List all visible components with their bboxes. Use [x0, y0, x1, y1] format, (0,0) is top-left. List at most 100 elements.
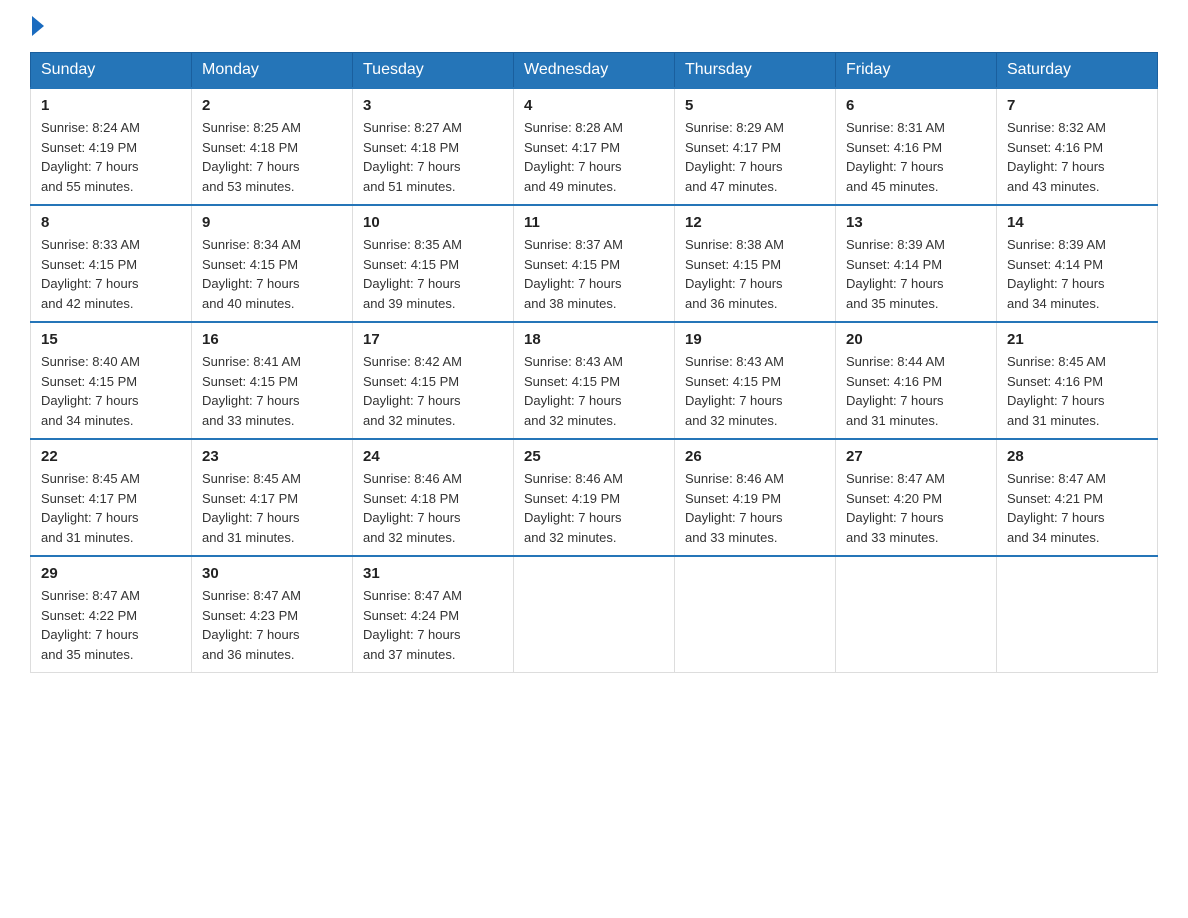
calendar-day-cell [836, 556, 997, 673]
day-info: Sunrise: 8:47 AMSunset: 4:24 PMDaylight:… [363, 586, 503, 664]
day-info: Sunrise: 8:33 AMSunset: 4:15 PMDaylight:… [41, 235, 181, 313]
day-info: Sunrise: 8:35 AMSunset: 4:15 PMDaylight:… [363, 235, 503, 313]
day-info: Sunrise: 8:45 AMSunset: 4:16 PMDaylight:… [1007, 352, 1147, 430]
calendar-day-cell: 23 Sunrise: 8:45 AMSunset: 4:17 PMDayligh… [192, 439, 353, 556]
weekday-header-tuesday: Tuesday [353, 53, 514, 89]
calendar-day-cell [675, 556, 836, 673]
calendar-week-row: 22 Sunrise: 8:45 AMSunset: 4:17 PMDayligh… [31, 439, 1158, 556]
day-number: 19 [685, 331, 825, 348]
day-info: Sunrise: 8:34 AMSunset: 4:15 PMDaylight:… [202, 235, 342, 313]
day-number: 27 [846, 448, 986, 465]
calendar-day-cell: 30 Sunrise: 8:47 AMSunset: 4:23 PMDayligh… [192, 556, 353, 673]
day-info: Sunrise: 8:47 AMSunset: 4:20 PMDaylight:… [846, 469, 986, 547]
calendar-day-cell: 6 Sunrise: 8:31 AMSunset: 4:16 PMDaylight… [836, 88, 997, 205]
day-number: 13 [846, 214, 986, 231]
day-info: Sunrise: 8:42 AMSunset: 4:15 PMDaylight:… [363, 352, 503, 430]
day-number: 9 [202, 214, 342, 231]
day-number: 10 [363, 214, 503, 231]
logo [30, 20, 44, 32]
day-info: Sunrise: 8:47 AMSunset: 4:22 PMDaylight:… [41, 586, 181, 664]
day-info: Sunrise: 8:44 AMSunset: 4:16 PMDaylight:… [846, 352, 986, 430]
day-info: Sunrise: 8:37 AMSunset: 4:15 PMDaylight:… [524, 235, 664, 313]
day-number: 11 [524, 214, 664, 231]
calendar-day-cell: 31 Sunrise: 8:47 AMSunset: 4:24 PMDayligh… [353, 556, 514, 673]
calendar-day-cell: 21 Sunrise: 8:45 AMSunset: 4:16 PMDayligh… [997, 322, 1158, 439]
day-info: Sunrise: 8:29 AMSunset: 4:17 PMDaylight:… [685, 118, 825, 196]
day-number: 7 [1007, 97, 1147, 114]
day-number: 6 [846, 97, 986, 114]
day-number: 26 [685, 448, 825, 465]
day-info: Sunrise: 8:31 AMSunset: 4:16 PMDaylight:… [846, 118, 986, 196]
calendar-day-cell: 14 Sunrise: 8:39 AMSunset: 4:14 PMDayligh… [997, 205, 1158, 322]
day-info: Sunrise: 8:47 AMSunset: 4:21 PMDaylight:… [1007, 469, 1147, 547]
calendar-week-row: 1 Sunrise: 8:24 AMSunset: 4:19 PMDaylight… [31, 88, 1158, 205]
calendar-day-cell: 18 Sunrise: 8:43 AMSunset: 4:15 PMDayligh… [514, 322, 675, 439]
calendar-day-cell: 17Sunrise: 8:42 AMSunset: 4:15 PMDayligh… [353, 322, 514, 439]
calendar-day-cell: 19 Sunrise: 8:43 AMSunset: 4:15 PMDayligh… [675, 322, 836, 439]
day-number: 28 [1007, 448, 1147, 465]
calendar-week-row: 29 Sunrise: 8:47 AMSunset: 4:22 PMDayligh… [31, 556, 1158, 673]
day-info: Sunrise: 8:45 AMSunset: 4:17 PMDaylight:… [41, 469, 181, 547]
calendar-day-cell [997, 556, 1158, 673]
day-number: 29 [41, 565, 181, 582]
day-number: 25 [524, 448, 664, 465]
day-info: Sunrise: 8:43 AMSunset: 4:15 PMDaylight:… [524, 352, 664, 430]
day-number: 4 [524, 97, 664, 114]
calendar-day-cell: 7 Sunrise: 8:32 AMSunset: 4:16 PMDaylight… [997, 88, 1158, 205]
day-info: Sunrise: 8:40 AMSunset: 4:15 PMDaylight:… [41, 352, 181, 430]
logo-triangle-icon [32, 16, 44, 36]
calendar-table: SundayMondayTuesdayWednesdayThursdayFrid… [30, 52, 1158, 673]
page-header [30, 20, 1158, 32]
calendar-day-cell: 22 Sunrise: 8:45 AMSunset: 4:17 PMDayligh… [31, 439, 192, 556]
day-number: 12 [685, 214, 825, 231]
calendar-day-cell: 20 Sunrise: 8:44 AMSunset: 4:16 PMDayligh… [836, 322, 997, 439]
day-number: 31 [363, 565, 503, 582]
calendar-day-cell: 12 Sunrise: 8:38 AMSunset: 4:15 PMDayligh… [675, 205, 836, 322]
weekday-header-monday: Monday [192, 53, 353, 89]
day-number: 1 [41, 97, 181, 114]
weekday-header-saturday: Saturday [997, 53, 1158, 89]
calendar-week-row: 8 Sunrise: 8:33 AMSunset: 4:15 PMDaylight… [31, 205, 1158, 322]
day-number: 21 [1007, 331, 1147, 348]
calendar-day-cell [514, 556, 675, 673]
weekday-header-thursday: Thursday [675, 53, 836, 89]
day-number: 18 [524, 331, 664, 348]
day-number: 14 [1007, 214, 1147, 231]
calendar-day-cell: 9 Sunrise: 8:34 AMSunset: 4:15 PMDaylight… [192, 205, 353, 322]
day-info: Sunrise: 8:43 AMSunset: 4:15 PMDaylight:… [685, 352, 825, 430]
day-info: Sunrise: 8:24 AMSunset: 4:19 PMDaylight:… [41, 118, 181, 196]
calendar-day-cell: 27 Sunrise: 8:47 AMSunset: 4:20 PMDayligh… [836, 439, 997, 556]
day-number: 3 [363, 97, 503, 114]
day-info: Sunrise: 8:32 AMSunset: 4:16 PMDaylight:… [1007, 118, 1147, 196]
day-info: Sunrise: 8:27 AMSunset: 4:18 PMDaylight:… [363, 118, 503, 196]
day-number: 23 [202, 448, 342, 465]
calendar-day-cell: 16Sunrise: 8:41 AMSunset: 4:15 PMDayligh… [192, 322, 353, 439]
day-number: 2 [202, 97, 342, 114]
day-info: Sunrise: 8:39 AMSunset: 4:14 PMDaylight:… [846, 235, 986, 313]
calendar-day-cell: 11 Sunrise: 8:37 AMSunset: 4:15 PMDayligh… [514, 205, 675, 322]
calendar-day-cell: 4Sunrise: 8:28 AMSunset: 4:17 PMDaylight… [514, 88, 675, 205]
weekday-header-row: SundayMondayTuesdayWednesdayThursdayFrid… [31, 53, 1158, 89]
calendar-week-row: 15 Sunrise: 8:40 AMSunset: 4:15 PMDayligh… [31, 322, 1158, 439]
day-info: Sunrise: 8:46 AMSunset: 4:19 PMDaylight:… [524, 469, 664, 547]
day-number: 15 [41, 331, 181, 348]
day-info: Sunrise: 8:38 AMSunset: 4:15 PMDaylight:… [685, 235, 825, 313]
day-number: 8 [41, 214, 181, 231]
calendar-day-cell: 13 Sunrise: 8:39 AMSunset: 4:14 PMDayligh… [836, 205, 997, 322]
day-number: 20 [846, 331, 986, 348]
day-number: 30 [202, 565, 342, 582]
calendar-day-cell: 5Sunrise: 8:29 AMSunset: 4:17 PMDaylight… [675, 88, 836, 205]
day-info: Sunrise: 8:46 AMSunset: 4:18 PMDaylight:… [363, 469, 503, 547]
day-number: 22 [41, 448, 181, 465]
day-number: 24 [363, 448, 503, 465]
calendar-day-cell: 2Sunrise: 8:25 AMSunset: 4:18 PMDaylight… [192, 88, 353, 205]
calendar-day-cell: 15 Sunrise: 8:40 AMSunset: 4:15 PMDayligh… [31, 322, 192, 439]
day-info: Sunrise: 8:39 AMSunset: 4:14 PMDaylight:… [1007, 235, 1147, 313]
day-info: Sunrise: 8:41 AMSunset: 4:15 PMDaylight:… [202, 352, 342, 430]
day-info: Sunrise: 8:45 AMSunset: 4:17 PMDaylight:… [202, 469, 342, 547]
day-info: Sunrise: 8:47 AMSunset: 4:23 PMDaylight:… [202, 586, 342, 664]
calendar-day-cell: 25 Sunrise: 8:46 AMSunset: 4:19 PMDayligh… [514, 439, 675, 556]
calendar-day-cell: 3 Sunrise: 8:27 AMSunset: 4:18 PMDaylight… [353, 88, 514, 205]
calendar-day-cell: 24 Sunrise: 8:46 AMSunset: 4:18 PMDayligh… [353, 439, 514, 556]
calendar-day-cell: 1 Sunrise: 8:24 AMSunset: 4:19 PMDaylight… [31, 88, 192, 205]
